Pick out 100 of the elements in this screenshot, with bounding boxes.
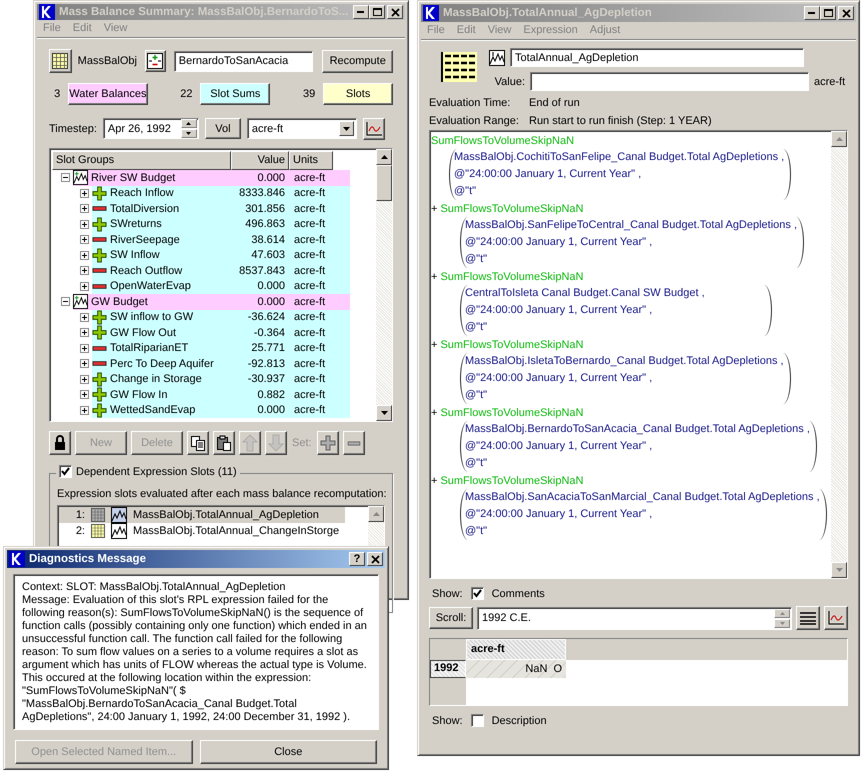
- plus-box-icon[interactable]: [80, 266, 89, 276]
- paste-button[interactable]: [213, 431, 235, 455]
- tree-row[interactable]: GW Flow Out -0.364 acre-ft: [92, 325, 350, 340]
- argument-text[interactable]: MassBalObj.CochitiToSanFelipe_Canal Budget.Total AgDepletions ,: [454, 149, 784, 166]
- argument-text[interactable]: MassBalObj.SanFelipeToCentral_Canal Budget.Total AgDepletions ,: [465, 217, 798, 234]
- recompute-button[interactable]: Recompute: [322, 50, 394, 72]
- checkbox[interactable]: [470, 587, 484, 600]
- value-text: -0.364: [252, 326, 285, 339]
- checkbox[interactable]: [59, 465, 72, 478]
- close-dialog-button[interactable]: Close: [200, 740, 377, 764]
- tree-row[interactable]: TotalRiparianET 25.771 acre-ft: [92, 340, 350, 356]
- vol-button[interactable]: Vol: [204, 118, 241, 139]
- tree-row[interactable]: Reach Inflow 8333.846 acre-ft: [92, 186, 350, 201]
- tree-row[interactable]: Change in Storage -30.937 acre-ft: [92, 372, 350, 387]
- plot-button[interactable]: [362, 118, 385, 140]
- tree-row[interactable]: Reach Outflow 8537.843 acre-ft: [92, 263, 350, 278]
- grid-icon: [52, 53, 68, 69]
- group-name: GW Budget: [91, 296, 149, 308]
- plus-box-icon[interactable]: [80, 282, 89, 291]
- plus-box-icon[interactable]: [80, 312, 89, 322]
- list-item[interactable]: 1: MassBalObj.TotalAnnual_AgDepletion: [59, 507, 345, 523]
- tree-row[interactable]: TotalDiversion 301.856 acre-ft: [92, 201, 350, 216]
- plus-box-icon[interactable]: [80, 344, 89, 353]
- tree-row[interactable]: Perc To Deep Aquifer -92.813 acre-ft: [92, 356, 350, 372]
- operator-text: +: [431, 202, 438, 214]
- argument-text[interactable]: @"24:00:00 January 1, Current Year" ,: [465, 234, 798, 251]
- argument-text[interactable]: @"t": [465, 251, 798, 268]
- list-view-button[interactable]: [796, 606, 820, 630]
- minus-button[interactable]: [342, 431, 365, 455]
- units-text: acre-ft: [293, 187, 326, 200]
- date-spinner[interactable]: 1992 C.E.: [477, 606, 792, 630]
- argument-text[interactable]: CentralToIsleta Canal Budget.Canal SW Budget ,: [465, 285, 765, 302]
- argument-text[interactable]: @"24:00:00 January 1, Current Year" ,: [454, 166, 784, 183]
- help-button[interactable]: ?: [349, 552, 365, 566]
- plus-box-icon[interactable]: [80, 220, 89, 229]
- tree-row[interactable]: River SW Budget 0.000 acre-ft: [73, 170, 350, 186]
- row-header[interactable]: 1992: [430, 660, 466, 678]
- slot-name: TotalDiversion: [110, 202, 180, 215]
- plus-box-icon[interactable]: [80, 250, 89, 260]
- argument-text[interactable]: MassBalObj.IsletaToBernardo_Canal Budget.Total AgDepletions ,: [465, 353, 784, 370]
- slot-name: SW Inflow: [110, 249, 161, 262]
- lock-button[interactable]: [49, 431, 71, 455]
- argument-text[interactable]: MassBalObj.BernardoToSanAcacia_Canal Budget.Total AgDepletions ,: [465, 421, 810, 438]
- argument-text[interactable]: @"t": [465, 387, 784, 404]
- slot-adjust-button[interactable]: [144, 50, 166, 72]
- plus-box-icon[interactable]: [80, 235, 89, 244]
- scrollbar[interactable]: [831, 131, 847, 578]
- argument-text[interactable]: @"24:00:00 January 1, Current Year" ,: [465, 302, 765, 319]
- tree-row[interactable]: RiverSeepage 38.614 acre-ft: [92, 232, 350, 248]
- plus-box-icon[interactable]: [80, 406, 89, 415]
- plus-button[interactable]: [316, 431, 339, 455]
- category-button[interactable]: Water Balances: [68, 83, 148, 105]
- object-name-field[interactable]: BernardoToSanAcacia: [174, 50, 314, 72]
- plus-box-icon[interactable]: [80, 188, 89, 198]
- maximize-icon: [824, 9, 832, 17]
- scroll-button[interactable]: Scroll:: [429, 607, 473, 629]
- column-header[interactable]: Units: [289, 151, 333, 170]
- tree-row[interactable]: OpenWaterEvap 0.000 acre-ft: [92, 278, 350, 294]
- scroll-thumb[interactable]: [376, 165, 392, 201]
- scrollbar[interactable]: [376, 149, 392, 421]
- object-button[interactable]: [49, 49, 72, 73]
- evaluation-label: Evaluation Time:: [429, 97, 512, 109]
- value-field[interactable]: [530, 72, 809, 91]
- argument-text[interactable]: @"24:00:00 January 1, Current Year" ,: [465, 506, 820, 523]
- column-header[interactable]: acre-ft: [466, 639, 566, 660]
- category-button[interactable]: Slot Sums: [200, 83, 270, 105]
- argument-text[interactable]: @"t": [465, 455, 810, 472]
- plus-box-icon[interactable]: [80, 374, 89, 384]
- argument-text[interactable]: @"t": [454, 183, 784, 200]
- argument-text[interactable]: MassBalObj.SanAcaciaToSanMarcial_Canal Budget.Total AgDepletions ,: [465, 489, 820, 506]
- tree-row[interactable]: WettedSandEvap 0.000 acre-ft: [92, 402, 350, 418]
- checkbox[interactable]: [470, 714, 484, 727]
- close-button[interactable]: [367, 552, 383, 566]
- copy-button[interactable]: [187, 431, 209, 455]
- argument-text[interactable]: @"24:00:00 January 1, Current Year" ,: [465, 438, 810, 455]
- units-text: acre-ft: [293, 404, 326, 416]
- tree-row[interactable]: GW Budget 0.000 acre-ft: [73, 294, 350, 310]
- plus-box-icon[interactable]: [80, 390, 89, 400]
- list-item[interactable]: 2: MassBalObj.TotalAnnual_ChangeInStorge: [59, 523, 345, 539]
- slot-name-field[interactable]: TotalAnnual_AgDepletion: [510, 48, 804, 67]
- tree-row[interactable]: SW inflow to GW -36.624 acre-ft: [92, 310, 350, 325]
- minus-box-icon[interactable]: [61, 173, 70, 182]
- plot-button[interactable]: [824, 606, 848, 630]
- column-header[interactable]: Slot Groups: [52, 151, 231, 170]
- minimize-icon: [808, 12, 816, 14]
- minus-box-icon[interactable]: [61, 297, 70, 306]
- unit-dropdown[interactable]: acre-ft: [246, 118, 357, 139]
- table-cell[interactable]: NaN O: [466, 660, 566, 678]
- tree-row[interactable]: SW Inflow 47.603 acre-ft: [92, 248, 350, 263]
- argument-text[interactable]: @"24:00:00 January 1, Current Year" ,: [465, 370, 784, 387]
- column-header[interactable]: Value: [231, 151, 289, 170]
- plus-box-icon[interactable]: [80, 204, 89, 214]
- date-spinner[interactable]: Apr 26, 1992: [102, 118, 199, 139]
- tree-row[interactable]: SWreturns 496.863 acre-ft: [92, 216, 350, 232]
- plus-box-icon[interactable]: [80, 359, 89, 368]
- plus-box-icon[interactable]: [80, 328, 89, 338]
- argument-text[interactable]: @"t": [465, 523, 820, 540]
- tree-row[interactable]: GW Flow In 0.882 acre-ft: [92, 387, 350, 402]
- argument-text[interactable]: @"t": [465, 319, 765, 336]
- category-button[interactable]: Slots: [323, 83, 393, 105]
